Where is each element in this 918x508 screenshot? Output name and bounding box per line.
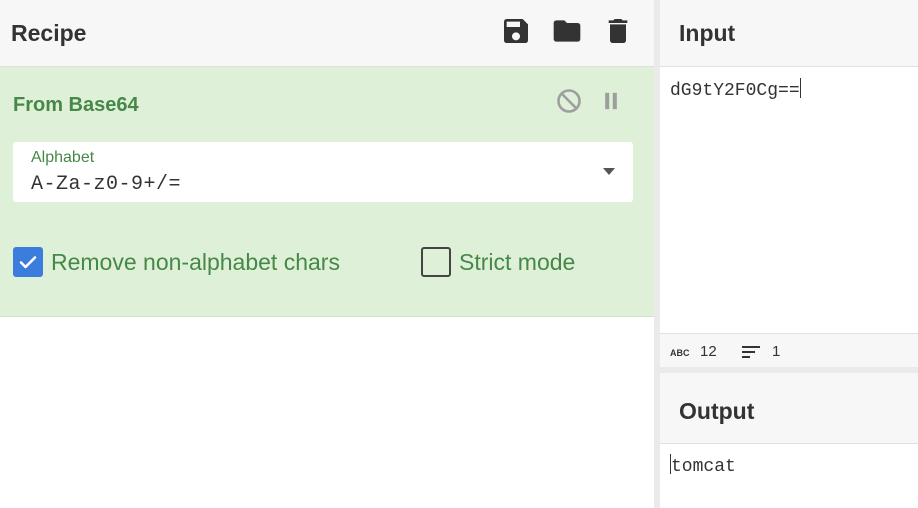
output-value: tomcat — [671, 457, 736, 477]
input-header: Input — [660, 0, 918, 67]
from-base64-operation: From Base64 Alphabet A-Za-z0-9+/= Remove… — [0, 67, 654, 317]
checkbox-checked-icon[interactable] — [13, 247, 43, 277]
output-textarea[interactable]: tomcat — [670, 454, 736, 477]
folder-icon[interactable] — [551, 15, 583, 47]
lines-status: 1 — [742, 343, 780, 360]
input-textarea[interactable]: dG9tY2F0Cg== — [670, 78, 801, 101]
recipe-pane: Recipe From Base64 Alphabet A-Za-z0-9+/= — [0, 0, 654, 508]
save-icon[interactable] — [500, 15, 532, 47]
input-title: Input — [679, 20, 736, 46]
length-value: 12 — [700, 343, 717, 360]
input-pane: Input dG9tY2F0Cg== ABC 12 1 — [660, 0, 918, 367]
remove-non-alphabet-checkbox[interactable]: Remove non-alphabet chars — [13, 246, 340, 278]
recipe-header: Recipe — [0, 0, 654, 67]
input-status-bar: ABC 12 1 — [660, 333, 918, 367]
alphabet-value: A-Za-z0-9+/= — [31, 173, 182, 196]
output-pane: Output tomcat — [660, 373, 918, 508]
input-value: dG9tY2F0Cg== — [670, 81, 800, 101]
operation-title: From Base64 — [13, 94, 139, 116]
pause-icon[interactable] — [597, 87, 625, 115]
svg-text:ABC: ABC — [670, 348, 690, 357]
disable-icon[interactable] — [555, 87, 583, 115]
chevron-down-icon[interactable] — [603, 168, 615, 175]
checkbox-unchecked-icon[interactable] — [421, 247, 451, 277]
lines-icon — [742, 345, 760, 358]
lines-value: 1 — [772, 343, 781, 360]
alphabet-select[interactable]: Alphabet A-Za-z0-9+/= — [13, 142, 633, 202]
recipe-title: Recipe — [11, 20, 87, 46]
output-title: Output — [679, 398, 755, 424]
trash-icon[interactable] — [602, 15, 634, 47]
output-header: Output — [660, 373, 918, 444]
abc-icon: ABC — [670, 348, 690, 357]
length-status: ABC 12 — [670, 343, 717, 360]
remove-non-alphabet-label: Remove non-alphabet chars — [51, 248, 340, 275]
alphabet-label: Alphabet — [31, 149, 95, 166]
strict-mode-label: Strict mode — [459, 248, 576, 275]
strict-mode-checkbox[interactable]: Strict mode — [421, 246, 575, 278]
text-cursor — [799, 78, 801, 98]
